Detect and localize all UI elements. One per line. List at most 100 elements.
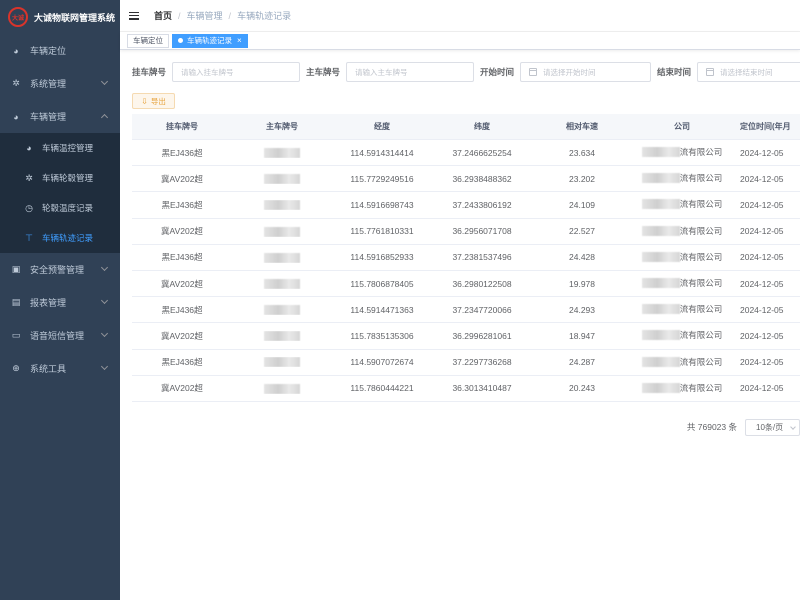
close-icon[interactable]: × [237, 35, 242, 47]
company-suffix: 流有限公司 [679, 278, 723, 289]
page-size-select[interactable]: 10条/页 [745, 418, 800, 436]
start-time-filter: 开始时间 请选择开始时间 [480, 62, 652, 82]
search-form: 挂车牌号 请输入挂车牌号 主车牌号 请输入主车牌号 开始时间 请选择开始时间 结… [132, 62, 800, 82]
chevron-down-icon [100, 329, 109, 338]
sidebar-item-label: 系统工具 [30, 364, 67, 374]
sidebar-item-system[interactable]: ✲ 系统管理 [0, 67, 120, 100]
chevron-down-icon [100, 263, 109, 272]
table-row[interactable]: 黑EJ436超 114.5914314414 37.2466625254 23.634… [132, 140, 800, 167]
end-time-filter: 结束时间 请选择结束时间 [657, 62, 800, 82]
dashboard-icon: ◕ [13, 111, 19, 122]
export-button[interactable]: ⇩ 导出 [132, 93, 175, 109]
redacted-block [641, 199, 680, 210]
brand[interactable]: 大诚 大诚物联网管理系统 [0, 0, 120, 34]
company-cell: 流有限公司 [632, 303, 732, 316]
page-size-value: 10条/页 [756, 422, 784, 432]
report-icon: ▤ [11, 297, 21, 307]
breadcrumb: 首页 / 车辆管理 / 车辆轨迹记录 [154, 9, 291, 22]
trailer-plate-placeholder: 请输入挂车牌号 [181, 67, 234, 77]
company-suffix: 流有限公司 [679, 199, 723, 210]
company-cell: 流有限公司 [632, 198, 732, 211]
breadcrumb-current: 车辆轨迹记录 [237, 11, 292, 21]
main-plate-cell [232, 200, 332, 211]
sidebar-item-vehicle-location[interactable]: ◕ 车辆定位 [0, 34, 120, 67]
sidebar-item-tools[interactable]: ⊕ 系统工具 [0, 352, 120, 385]
clock-icon: ◷ [25, 202, 33, 213]
dashboard-icon: ◕ [13, 45, 19, 56]
sidebar-item-sms[interactable]: ▭ 语音短信管理 [0, 319, 120, 352]
main-plate-input[interactable]: 请输入主车牌号 [346, 62, 475, 82]
sidebar-item-vehicle-management[interactable]: ◕ 车辆管理 [0, 100, 120, 133]
speed-cell: 19.978 [569, 278, 595, 289]
company-cell: 流有限公司 [632, 172, 732, 185]
speed-cell: 18.947 [569, 330, 595, 341]
sidebar-item-hub-management[interactable]: ✲ 车辆轮毂管理 [0, 163, 120, 193]
main-label: 主车牌号 [306, 67, 341, 77]
location-time-cell: 2024-12-05 [740, 199, 784, 210]
trailer-plate-cell: 黑EJ436超 [161, 199, 203, 210]
gear-icon: ✲ [12, 78, 20, 88]
sidebar-item-temp-control[interactable]: ◕ 车辆温控管理 [0, 133, 120, 163]
redacted-block [264, 200, 300, 211]
column-header: 挂车牌号 [166, 122, 198, 131]
sidebar-item-track-record[interactable]: ⊤ 车辆轨迹记录 [0, 223, 120, 253]
sidebar-item-hub-temp-record[interactable]: ◷ 轮毂温度记录 [0, 193, 120, 223]
trailer-plate-cell: 冀AV202超 [161, 278, 203, 289]
sidebar-menu: ◕ 车辆定位 ✲ 系统管理 ◕ 车辆管理 ◕ 车辆温控管理 ✲ 车辆轮毂管理 ◷… [0, 34, 120, 385]
breadcrumb-vehicle-management: 车辆管理 [186, 11, 223, 21]
location-time-cell: 2024-12-05 [740, 357, 784, 368]
company-cell: 流有限公司 [632, 251, 732, 264]
submenu-vehicle: ◕ 车辆温控管理 ✲ 车辆轮毂管理 ◷ 轮毂温度记录 ⊤ 车辆轨迹记录 [0, 133, 120, 253]
column-header: 经度 [374, 122, 390, 131]
latitude-cell: 36.2956071708 [452, 226, 512, 237]
track-table: 挂车牌号 主车牌号 经度 纬度 相对车速 公司 定位时间(年月 黑EJ436超 1… [132, 114, 800, 402]
table-row[interactable]: 黑EJ436超 114.5914471363 37.2347720066 24.293… [132, 297, 800, 324]
trailer-plate-input[interactable]: 请输入挂车牌号 [172, 62, 301, 82]
main-plate-cell [232, 147, 332, 158]
end-time-picker[interactable]: 请选择结束时间 [697, 62, 800, 82]
table-row[interactable]: 黑EJ436超 114.5916852933 37.2381537496 24.428… [132, 245, 800, 271]
location-time-cell: 2024-12-05 [740, 147, 784, 158]
table-row[interactable]: 黑EJ436超 114.5907072674 37.2297736268 24.287… [132, 350, 800, 376]
speed-cell: 23.202 [569, 173, 595, 184]
table-row[interactable]: 冀AV202超 115.7806878405 36.2980122508 19.978… [132, 271, 800, 298]
sidebar-item-label: 系统管理 [30, 79, 67, 89]
table-row[interactable]: 黑EJ436超 114.5916698743 37.2433806192 24.109… [132, 192, 800, 219]
speed-cell: 24.287 [569, 357, 595, 368]
table-body: 黑EJ436超 114.5914314414 37.2466625254 23.634… [132, 140, 800, 402]
trailer-filter: 挂车牌号 请输入挂车牌号 [132, 62, 301, 82]
hamburger-icon[interactable] [129, 11, 139, 20]
pagination: 共 769023 条 10条/页 [687, 418, 800, 436]
redacted-block [264, 383, 300, 394]
location-time-cell: 2024-12-05 [740, 304, 784, 315]
redacted-block [264, 331, 300, 342]
latitude-cell: 36.3013410487 [452, 383, 512, 394]
breadcrumb-home[interactable]: 首页 [154, 9, 172, 22]
tag-track-record[interactable]: 车辆轨迹记录 × [172, 33, 248, 48]
table-row[interactable]: 冀AV202超 115.7761810331 36.2956071708 22.527… [132, 219, 800, 245]
table-row[interactable]: 冀AV202超 115.7729249516 36.2938488362 23.202… [132, 166, 800, 193]
company-suffix: 流有限公司 [679, 147, 723, 158]
redacted-block [641, 173, 680, 184]
tag-vehicle-location[interactable]: 车辆定位 [127, 33, 169, 48]
company-suffix: 流有限公司 [679, 251, 723, 262]
speed-cell: 24.428 [569, 252, 595, 263]
sidebar-item-reports[interactable]: ▤ 报表管理 [0, 286, 120, 319]
sidebar-item-label: 报表管理 [30, 298, 67, 308]
start-time-placeholder: 请选择开始时间 [543, 67, 596, 77]
warning-icon: ▣ [11, 264, 21, 274]
latitude-cell: 37.2466625254 [452, 147, 512, 158]
table-header: 挂车牌号 主车牌号 经度 纬度 相对车速 公司 定位时间(年月 [132, 114, 800, 140]
trailer-plate-cell: 冀AV202超 [161, 330, 203, 341]
start-time-picker[interactable]: 请选择开始时间 [520, 62, 652, 82]
sidebar-item-safety-warning[interactable]: ▣ 安全预警管理 [0, 253, 120, 286]
table-row[interactable]: 冀AV202超 115.7835135306 36.2996281061 18.947… [132, 323, 800, 350]
trailer-plate-cell: 黑EJ436超 [161, 357, 203, 368]
main-filter: 主车牌号 请输入主车牌号 [306, 62, 475, 82]
speed-cell: 23.634 [569, 147, 595, 158]
longitude-cell: 115.7729249516 [350, 173, 414, 184]
table-row[interactable]: 冀AV202超 115.7860444221 36.3013410487 20.243… [132, 376, 800, 402]
redacted-block [641, 225, 680, 236]
location-time-cell: 2024-12-05 [740, 278, 784, 289]
main-plate-cell [232, 304, 332, 316]
